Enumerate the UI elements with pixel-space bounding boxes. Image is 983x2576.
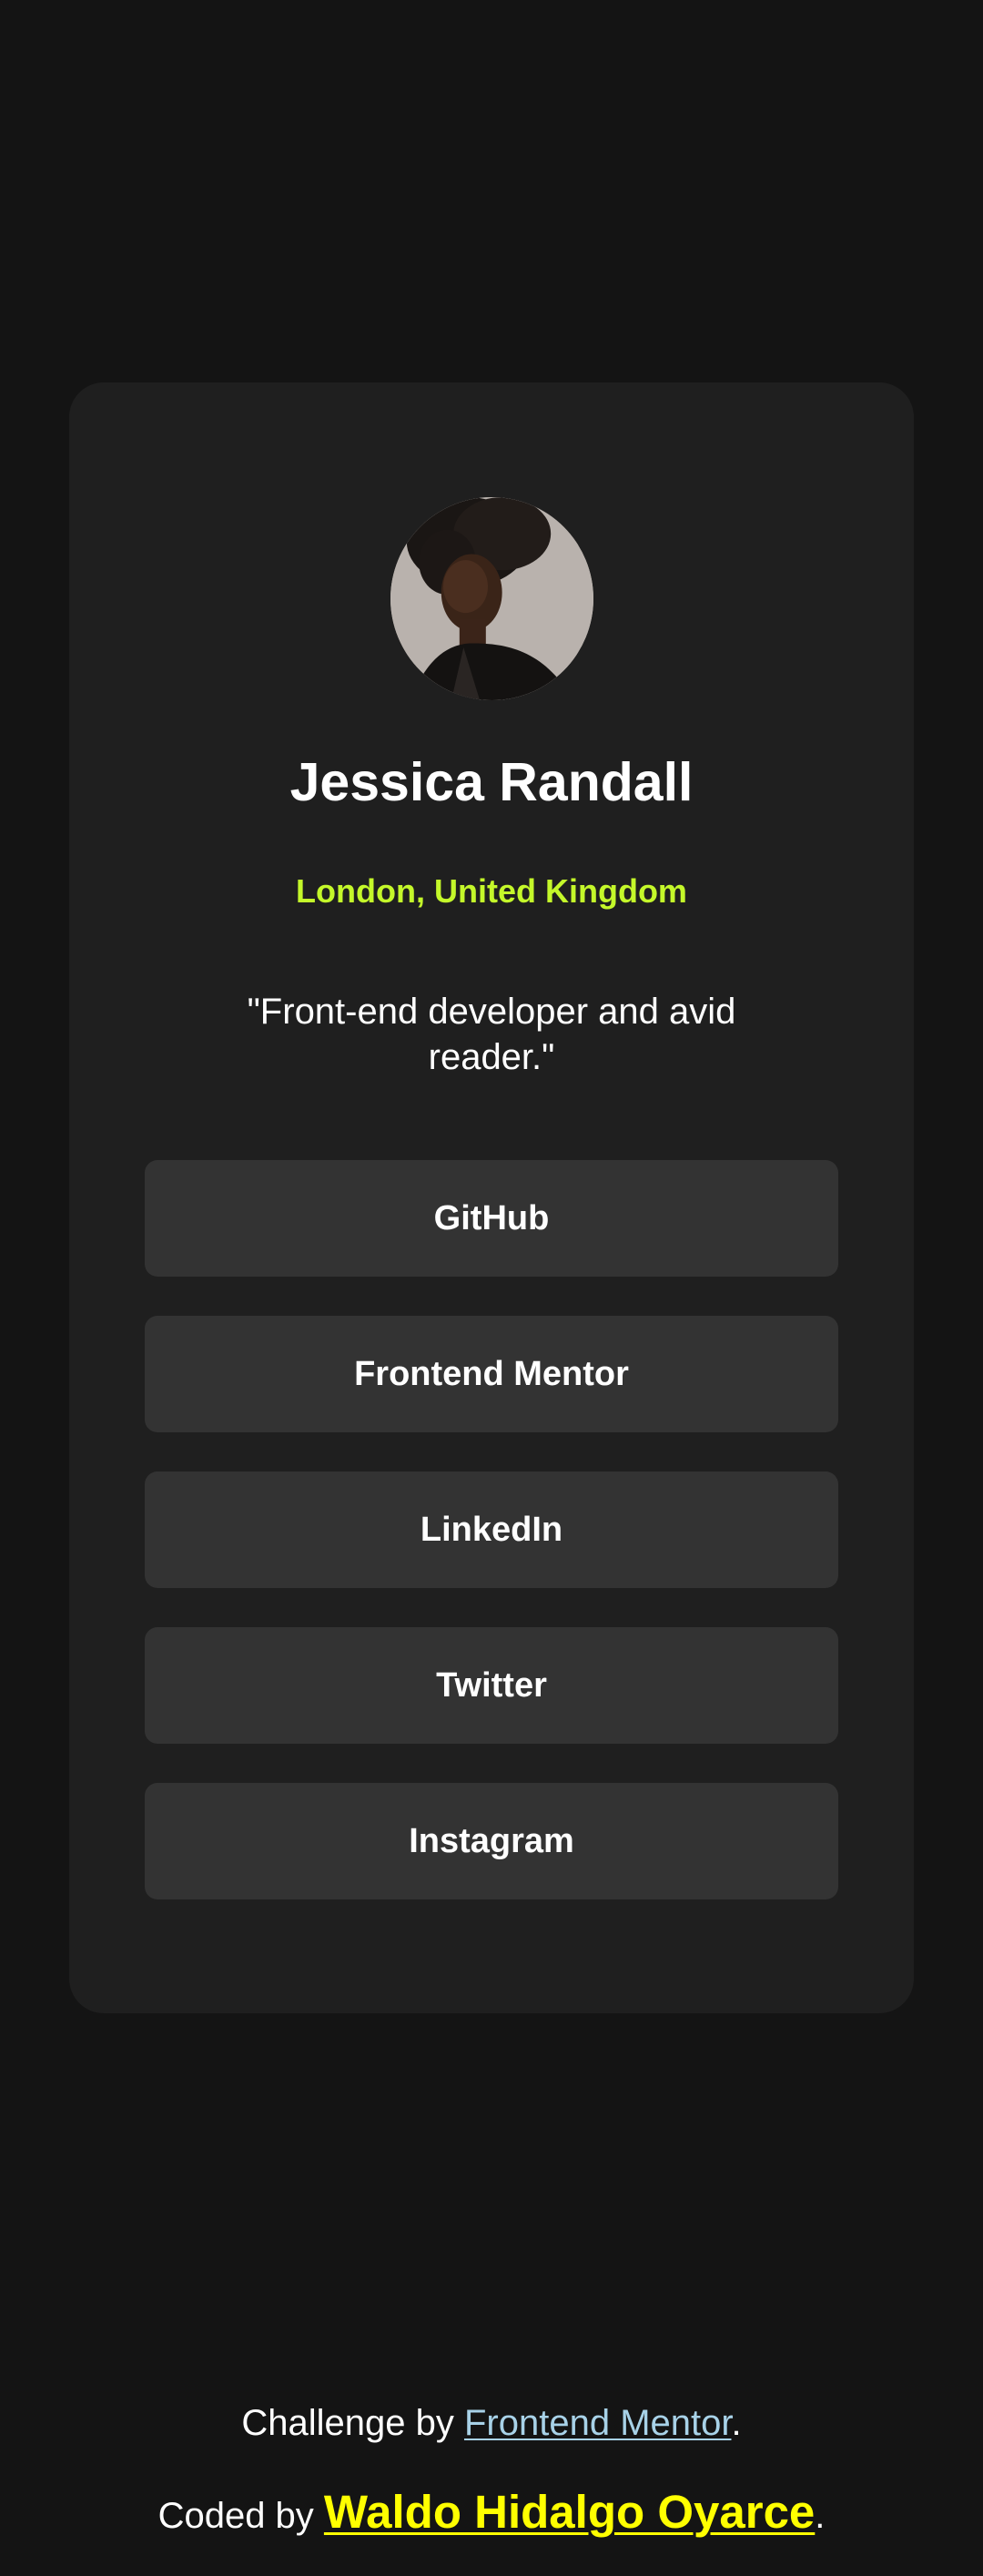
attribution-challenge: Challenge by Frontend Mentor. bbox=[0, 2399, 983, 2447]
frontend-mentor-footer-link[interactable]: Frontend Mentor bbox=[464, 2403, 732, 2443]
avatar bbox=[390, 497, 593, 700]
challenge-prefix: Challenge by bbox=[241, 2403, 464, 2443]
page: Jessica Randall London, United Kingdom "… bbox=[0, 0, 983, 2576]
linkedin-link-button[interactable]: LinkedIn bbox=[145, 1471, 838, 1588]
instagram-link-button[interactable]: Instagram bbox=[145, 1783, 838, 1899]
avatar-image bbox=[390, 497, 593, 700]
social-links: GitHub Frontend Mentor LinkedIn Twitter … bbox=[145, 1160, 838, 1939]
profile-location: London, United Kingdom bbox=[296, 872, 687, 910]
profile-name: Jessica Randall bbox=[289, 752, 694, 812]
profile-card: Jessica Randall London, United Kingdom "… bbox=[69, 382, 914, 2013]
coded-suffix: . bbox=[815, 2496, 826, 2536]
challenge-suffix: . bbox=[731, 2403, 742, 2443]
frontend-mentor-link-button[interactable]: Frontend Mentor bbox=[145, 1316, 838, 1432]
github-link-button[interactable]: GitHub bbox=[145, 1160, 838, 1277]
author-footer-link[interactable]: Waldo Hidalgo Oyarce bbox=[324, 2486, 815, 2538]
twitter-link-button[interactable]: Twitter bbox=[145, 1627, 838, 1744]
profile-bio: "Front-end developer and avid reader." bbox=[247, 992, 736, 1077]
coded-prefix: Coded by bbox=[157, 2496, 324, 2536]
attribution-coded: Coded by Waldo Hidalgo Oyarce. bbox=[0, 2489, 983, 2540]
